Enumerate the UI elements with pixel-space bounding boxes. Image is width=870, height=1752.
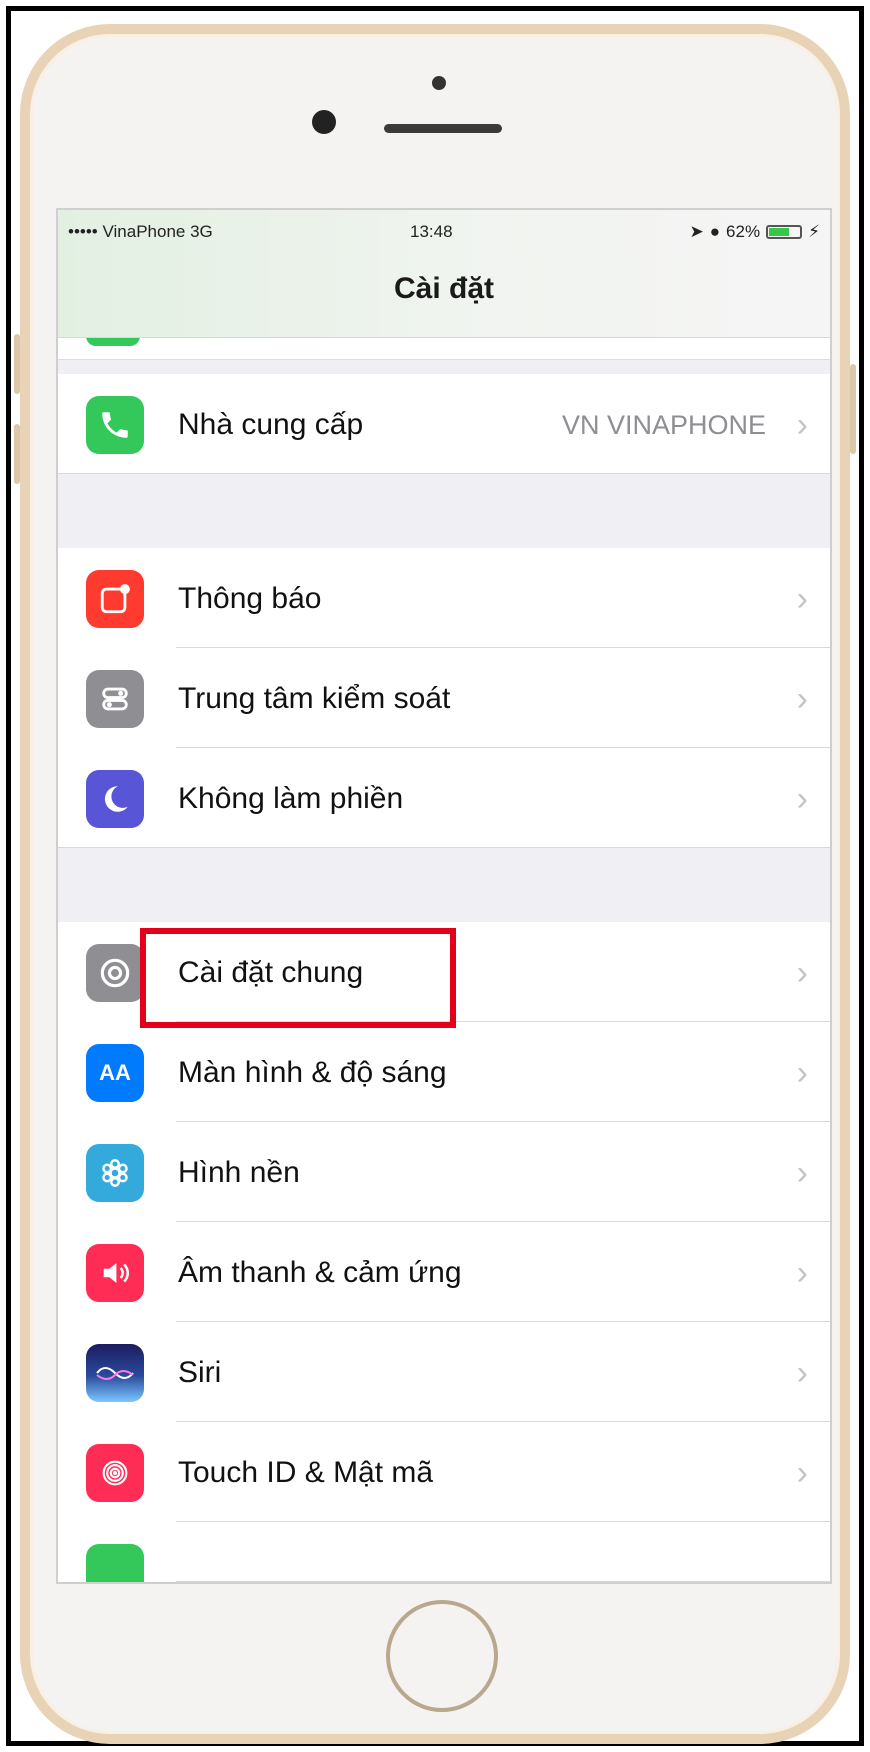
navigation-header: ••••• VinaPhone 3G 13:48 ➤ ● 62% ⚡ Cài đ…: [58, 210, 830, 338]
moon-icon: [86, 770, 144, 828]
chevron-right-icon: ›: [796, 1054, 808, 1092]
settings-row-display[interactable]: AA Màn hình & độ sáng ›: [58, 1022, 830, 1122]
volume-button: [14, 334, 20, 394]
chevron-right-icon: ›: [796, 680, 808, 718]
battery-level: [769, 228, 789, 236]
settings-row-siri[interactable]: Siri ›: [58, 1322, 830, 1422]
chevron-right-icon: ›: [796, 954, 808, 992]
fingerprint-icon: [86, 1444, 144, 1502]
battery-percent: 62%: [726, 222, 761, 241]
phone-icon: [86, 396, 144, 454]
battery-settings-icon: [86, 1544, 144, 1582]
notifications-label: Thông báo: [178, 582, 322, 615]
speaker-icon: [86, 1244, 144, 1302]
chevron-right-icon: ›: [796, 1454, 808, 1492]
status-time: 13:48: [410, 222, 453, 241]
siri-icon: [86, 1344, 144, 1402]
status-right-group: ➤ ● 62% ⚡: [690, 222, 821, 242]
highlight-box: [140, 928, 456, 1028]
page-title: Cài đặt: [393, 272, 495, 305]
dnd-label: Không làm phiền: [178, 782, 404, 815]
settings-row-wallpaper[interactable]: Hình nền ›: [58, 1122, 830, 1222]
control-center-label: Trung tâm kiểm soát: [178, 682, 451, 715]
chevron-right-icon: ›: [796, 580, 808, 618]
earpiece-speaker: [384, 124, 502, 133]
settings-row-sounds[interactable]: Âm thanh & cảm ứng ›: [58, 1222, 830, 1322]
chevron-right-icon: ›: [796, 406, 808, 444]
carrier-status: ••••• VinaPhone 3G: [68, 222, 213, 241]
notifications-icon: [86, 570, 144, 628]
settings-row-notifications[interactable]: Thông báo ›: [58, 548, 830, 648]
chevron-right-icon: ›: [796, 1254, 808, 1292]
alarm-icon: ●: [709, 222, 721, 241]
home-button[interactable]: [386, 1600, 498, 1712]
power-button: [850, 364, 856, 454]
settings-row-dnd[interactable]: Không làm phiền ›: [58, 748, 830, 848]
display-icon: AA: [86, 1044, 144, 1102]
settings-row-touch-id[interactable]: Touch ID & Mật mã ›: [58, 1422, 830, 1522]
battery-icon: [766, 225, 803, 239]
carrier-label: Nhà cung cấp: [178, 408, 364, 441]
phone-screen: ••••• VinaPhone 3G 13:48 ➤ ● 62% ⚡ Cài đ…: [56, 208, 832, 1584]
siri-label: Siri: [178, 1356, 222, 1389]
touch-id-label: Touch ID & Mật mã: [178, 1456, 434, 1489]
charging-icon: ⚡: [808, 222, 820, 241]
carrier-value: VN VINAPHONE: [561, 410, 766, 440]
chevron-right-icon: ›: [796, 1154, 808, 1192]
wallpaper-label: Hình nền: [178, 1156, 300, 1189]
settings-row-carrier[interactable]: Nhà cung cấp VN VINAPHONE ›: [58, 374, 830, 474]
gear-icon: [86, 944, 144, 1002]
chevron-right-icon: ›: [796, 780, 808, 818]
control-center-icon: [86, 670, 144, 728]
status-bar: ••••• VinaPhone 3G 13:48 ➤ ● 62% ⚡: [58, 220, 830, 248]
proximity-sensor: [432, 76, 446, 90]
display-label: Màn hình & độ sáng: [178, 1056, 447, 1089]
chevron-right-icon: ›: [796, 1354, 808, 1392]
settings-row-control-center[interactable]: Trung tâm kiểm soát ›: [58, 648, 830, 748]
sounds-label: Âm thanh & cảm ứng: [178, 1256, 462, 1289]
volume-button: [14, 424, 20, 484]
location-icon: ➤: [689, 222, 704, 241]
front-camera: [312, 110, 336, 134]
list-item[interactable]: [58, 1522, 830, 1582]
wallpaper-icon: [86, 1144, 144, 1202]
